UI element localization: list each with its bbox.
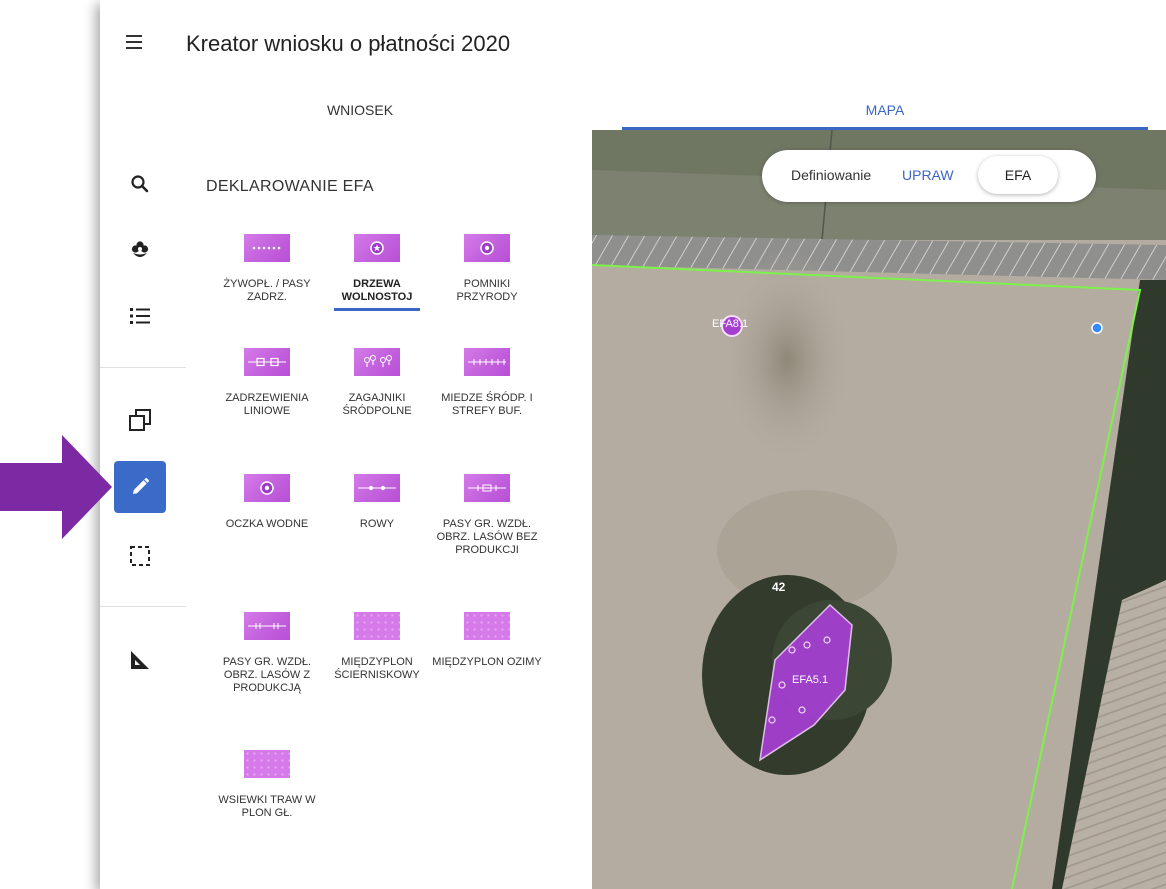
map-view[interactable]: EFA8.1 EFA5.1 42 Definiowanie UPRAW EFA bbox=[592, 130, 1166, 889]
pond-symbol-icon bbox=[244, 474, 290, 502]
efa-item-label: WSIEWKI TRAW W PLON GŁ. bbox=[218, 794, 316, 819]
efa-item-forest-strips-no-production[interactable]: PASY GR. WZDŁ. OBRZ. LASÓW BEZ PRODUKCJI bbox=[432, 474, 542, 557]
efa-item-monuments[interactable]: POMNIKI PRZYRODY bbox=[432, 234, 542, 304]
upraw-mode-button[interactable]: UPRAW bbox=[902, 167, 954, 183]
polygon-label[interactable]: EFA5.1 bbox=[792, 674, 828, 686]
marker-label[interactable]: EFA8.1 bbox=[712, 318, 748, 330]
list-icon bbox=[130, 308, 150, 324]
grove-symbol-icon bbox=[354, 348, 400, 376]
efa-item-label: MIĘDZYPLON ŚCIERNISKOWY bbox=[334, 656, 420, 681]
forest-strip-production-symbol-icon bbox=[244, 612, 290, 640]
stubble-catch-crop-symbol-icon bbox=[354, 612, 400, 640]
aerial-map-image bbox=[592, 130, 1166, 889]
efa-item-label: MIEDZE ŚRÓDP. I STREFY BUF. bbox=[441, 392, 533, 417]
hamburger-menu-icon[interactable] bbox=[122, 30, 146, 54]
efa-item-winter-catch-crop[interactable]: MIĘDZYPLON OZIMY bbox=[432, 612, 542, 669]
efa-item-label: MIĘDZYPLON OZIMY bbox=[432, 656, 542, 668]
efa-item-hedges[interactable]: ŻYWOPŁ. / PASY ZADRZ. bbox=[212, 234, 322, 304]
efa-item-label: ŻYWOPŁ. / PASY ZADRZ. bbox=[223, 278, 311, 303]
tab-mapa[interactable]: MAPA bbox=[622, 90, 1148, 130]
efa-item-label: PASY GR. WZDŁ. OBRZ. LASÓW BEZ PRODUKCJI bbox=[436, 518, 538, 556]
app-window: Kreator wniosku o płatności 2020 WNIOSEK… bbox=[100, 0, 1166, 889]
efa-item-label: OCZKA WODNE bbox=[225, 518, 309, 530]
efa-item-label: DRZEWA WOLNOSTOJ bbox=[341, 278, 413, 303]
undersown-grass-symbol-icon bbox=[244, 750, 290, 778]
ruler-icon bbox=[131, 651, 149, 669]
efa-item-undersown-grass[interactable]: WSIEWKI TRAW W PLON GŁ. bbox=[212, 750, 322, 820]
toolbar-divider bbox=[100, 606, 186, 607]
winter-catch-crop-symbol-icon bbox=[464, 612, 510, 640]
left-toolbar bbox=[100, 130, 187, 889]
edit-tool[interactable] bbox=[114, 461, 166, 513]
tree-symbol-icon bbox=[354, 234, 400, 262]
crop-tool[interactable] bbox=[114, 224, 166, 276]
list-tool[interactable] bbox=[114, 290, 166, 342]
efa-item-stubble-catch-crop[interactable]: MIĘDZYPLON ŚCIERNISKOWY bbox=[322, 612, 432, 682]
efa-item-groves[interactable]: ZAGAJNIKI ŚRÓDPOLNE bbox=[322, 348, 432, 418]
app-header: Kreator wniosku o płatności 2020 bbox=[100, 0, 1166, 90]
select-area-tool[interactable] bbox=[114, 530, 166, 582]
definition-mode-prefix: Definiowanie bbox=[791, 167, 872, 183]
measure-tool[interactable] bbox=[114, 634, 166, 686]
search-tool[interactable] bbox=[114, 158, 166, 210]
selection-icon bbox=[130, 546, 150, 566]
copy-tool[interactable] bbox=[114, 394, 166, 446]
copy-icon bbox=[129, 409, 151, 431]
pencil-icon bbox=[133, 477, 150, 494]
pointer-arrow-icon bbox=[0, 435, 112, 539]
flower-icon bbox=[131, 241, 149, 257]
parcel-number-label: 42 bbox=[772, 580, 786, 594]
hedge-symbol-icon bbox=[244, 234, 290, 262]
efa-item-label: ROWY bbox=[359, 518, 395, 530]
efa-item-field-margins[interactable]: MIEDZE ŚRÓDP. I STREFY BUF. bbox=[432, 348, 542, 418]
efa-mode-button[interactable]: EFA bbox=[978, 156, 1058, 194]
definition-mode-toggle: Definiowanie UPRAW EFA bbox=[762, 150, 1096, 202]
forest-strip-symbol-icon bbox=[464, 474, 510, 502]
efa-item-ditches[interactable]: ROWY bbox=[322, 474, 432, 531]
tab-bar: WNIOSEK MAPA bbox=[100, 90, 1166, 131]
tab-wniosek[interactable]: WNIOSEK bbox=[200, 90, 520, 130]
efa-item-linear-trees[interactable]: ZADRZEWIENIA LINIOWE bbox=[212, 348, 322, 418]
search-icon bbox=[131, 175, 149, 193]
field-margin-symbol-icon bbox=[464, 348, 510, 376]
ditch-symbol-icon bbox=[354, 474, 400, 502]
linear-trees-symbol-icon bbox=[244, 348, 290, 376]
panel-title: DEKLAROWANIE EFA bbox=[206, 178, 374, 195]
efa-item-solitary-trees[interactable]: DRZEWA WOLNOSTOJ bbox=[322, 234, 432, 311]
toolbar-divider bbox=[100, 367, 186, 368]
efa-item-label: ZAGAJNIKI ŚRÓDPOLNE bbox=[342, 392, 412, 417]
efa-item-label: ZADRZEWIENIA LINIOWE bbox=[225, 392, 309, 417]
active-item-underline bbox=[334, 308, 420, 311]
efa-item-label: PASY GR. WZDŁ. OBRZ. LASÓW Z PRODUKCJĄ bbox=[222, 656, 312, 694]
efa-item-label: POMNIKI PRZYRODY bbox=[456, 278, 518, 303]
efa-panel: DEKLAROWANIE EFA ŻYWOPŁ. / PASY ZADRZ. D… bbox=[186, 130, 592, 889]
efa-item-ponds[interactable]: OCZKA WODNE bbox=[212, 474, 322, 531]
efa-item-forest-strips-with-production[interactable]: PASY GR. WZDŁ. OBRZ. LASÓW Z PRODUKCJĄ bbox=[212, 612, 322, 695]
monument-symbol-icon bbox=[464, 234, 510, 262]
page-title: Kreator wniosku o płatności 2020 bbox=[186, 31, 511, 56]
